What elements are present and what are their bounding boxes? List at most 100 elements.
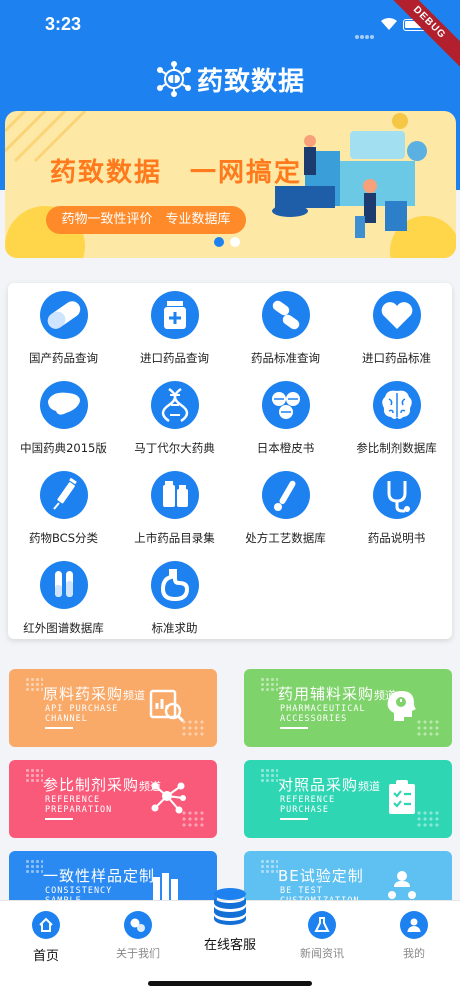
grid-item[interactable]: 进口药品查询 [119, 283, 230, 373]
nav-home-label: 首页 [32, 949, 59, 964]
tile-subtitle-en: PHARMACEUTICAL ACCESSORIES [280, 704, 366, 724]
tile-en-line: PREPARATION [45, 805, 113, 815]
tile-en-line: ACCESSORIES [280, 714, 348, 724]
user-icon [400, 911, 428, 939]
tile-en-line: REFERENCE [280, 795, 336, 805]
tile-title: 一致性样品定制 [43, 865, 155, 886]
dna-icon [150, 381, 199, 429]
tile-underline [280, 818, 308, 820]
grid-item[interactable]: 处方工艺数据库 [230, 463, 341, 553]
app-title: 药致数据 [197, 66, 306, 97]
banner-headline: 药致数据 一网搞定 [50, 158, 303, 188]
tile-en-line: REFERENCE [45, 795, 101, 805]
tile-title-suffix: 频道 [358, 780, 381, 793]
channel-tile[interactable]: 药用辅料采购频道 PHARMACEUTICAL ACCESSORIES [244, 669, 452, 747]
tile-underline [45, 818, 73, 820]
nav-support-label: 在线客服 [203, 938, 256, 953]
capsules-icon [261, 291, 310, 339]
grid-item[interactable]: 标准求助 [119, 553, 230, 643]
nav-profile[interactable]: 我的 [384, 911, 444, 961]
decor-dots [260, 859, 278, 873]
tile-title: 药用辅料采购频道 [278, 683, 396, 704]
decor-dots [25, 677, 43, 691]
tile-en-line: API PURCHASE [45, 704, 119, 714]
tile-subtitle-en: API PURCHASE CHANNEL [45, 704, 118, 724]
pager-dot-active[interactable] [214, 237, 224, 247]
decor-dots [25, 859, 43, 873]
app-screen: 3:23 DEBUG 药致数据 药致数据 一网搞定 药物一致性评价 专业数据库 … [0, 0, 460, 996]
grid-item[interactable]: 红外图谱数据库 [8, 553, 119, 643]
tile-title: BE试验定制 [278, 865, 364, 886]
tile-title: 对照品采购频道 [278, 774, 380, 795]
tile-en-line: BE TEST [280, 886, 323, 896]
tile-title: 原料药采购频道 [43, 683, 145, 704]
magnifier-chart-icon [149, 687, 187, 731]
grid-item-label: 日本橙皮书 [256, 441, 315, 455]
grid-item-label: 药物BCS分类 [28, 531, 99, 545]
grid-item[interactable]: 中国药典2015版 [8, 373, 119, 463]
channel-tile[interactable]: 原料药采购频道 API PURCHASE CHANNEL [9, 669, 217, 747]
tile-en-line: PURCHASE [280, 805, 329, 815]
grid-item-label: 药品说明书 [367, 531, 426, 545]
brain-icon [372, 381, 421, 429]
grid-item-label: 处方工艺数据库 [245, 531, 326, 545]
database-icon [210, 886, 250, 930]
grid-item[interactable]: 药品标准查询 [230, 283, 341, 373]
grid-item[interactable]: 进口药品标准 [341, 283, 452, 373]
grid-item-label: 上市药品目录集 [134, 531, 215, 545]
grid-item-label: 参比制剂数据库 [356, 441, 437, 455]
heart-icon [372, 291, 421, 339]
tile-title-main: 对照品采购 [278, 776, 359, 794]
tile-underline [280, 727, 308, 729]
home-indicator [148, 981, 312, 986]
nav-home[interactable]: 首页 [16, 911, 76, 964]
nav-news-label: 新闻资讯 [300, 947, 344, 960]
pills-icon [124, 911, 152, 939]
grid-item-label: 药品标准查询 [251, 351, 320, 365]
grid-item[interactable]: 上市药品目录集 [119, 463, 230, 553]
grid-item[interactable]: 马丁代尔大药典 [119, 373, 230, 463]
nav-about[interactable]: 关于我们 [108, 911, 168, 961]
grid-item[interactable]: 参比制剂数据库 [341, 373, 452, 463]
wifi-icon [380, 16, 398, 35]
nav-support[interactable]: 在线客服 [200, 886, 260, 953]
grid-item-label: 中国药典2015版 [20, 441, 107, 455]
nav-news[interactable]: 新闻资讯 [292, 911, 352, 961]
tile-title: 参比制剂采购频道 [43, 774, 161, 795]
tile-title-main: 药用辅料采购 [278, 685, 375, 703]
tile-title-main: 参比制剂采购 [43, 776, 140, 794]
channel-tile[interactable]: 对照品采购频道 REFERENCE PURCHASE [244, 760, 452, 838]
tile-title-main: 原料药采购 [43, 685, 124, 703]
signal-icon [355, 24, 375, 39]
grid-item[interactable]: 药物BCS分类 [8, 463, 119, 553]
grid-item[interactable]: 日本橙皮书 [230, 373, 341, 463]
banner-pager[interactable] [214, 232, 246, 251]
grid-item[interactable]: 药品说明书 [341, 463, 452, 553]
tile-title-suffix: 频道 [123, 689, 146, 702]
tile-en-line: PHARMACEUTICAL [280, 704, 366, 714]
decor-dots [25, 768, 43, 782]
status-time: 3:23 [45, 14, 82, 34]
pager-dot[interactable] [230, 237, 240, 247]
tile-subtitle-en: REFERENCE PREPARATION [45, 795, 112, 815]
grid-item-label: 进口药品查询 [140, 351, 209, 365]
nav-profile-label: 我的 [403, 947, 425, 960]
grid-item-label: 进口药品标准 [362, 351, 431, 365]
network-nodes-icon [149, 778, 187, 822]
grid-item-label: 标准求助 [151, 621, 198, 635]
banner-subline: 药物一致性评价 专业数据库 [46, 206, 246, 234]
tile-title-main: 一致性样品定制 [43, 867, 156, 885]
grid-item-label: 红外图谱数据库 [23, 621, 104, 635]
clipboard-check-icon [384, 778, 422, 822]
head-idea-icon [384, 687, 422, 731]
tablets-icon [261, 381, 310, 429]
grid-item[interactable]: 国产药品查询 [8, 283, 119, 373]
feature-grid: 国产药品查询 进口药品查询 药品标准查询 进口药品标准中国药典2015版 马丁代尔大药典… [8, 283, 452, 639]
flask-icon [308, 911, 336, 939]
medicine-bottle-icon [150, 291, 199, 339]
app-header: 药致数据 [155, 58, 305, 100]
molecule-logo-icon [155, 60, 193, 98]
channel-tile[interactable]: 参比制剂采购频道 REFERENCE PREPARATION [9, 760, 217, 838]
liver-icon [39, 381, 88, 429]
tile-en-line: CHANNEL [45, 714, 88, 724]
